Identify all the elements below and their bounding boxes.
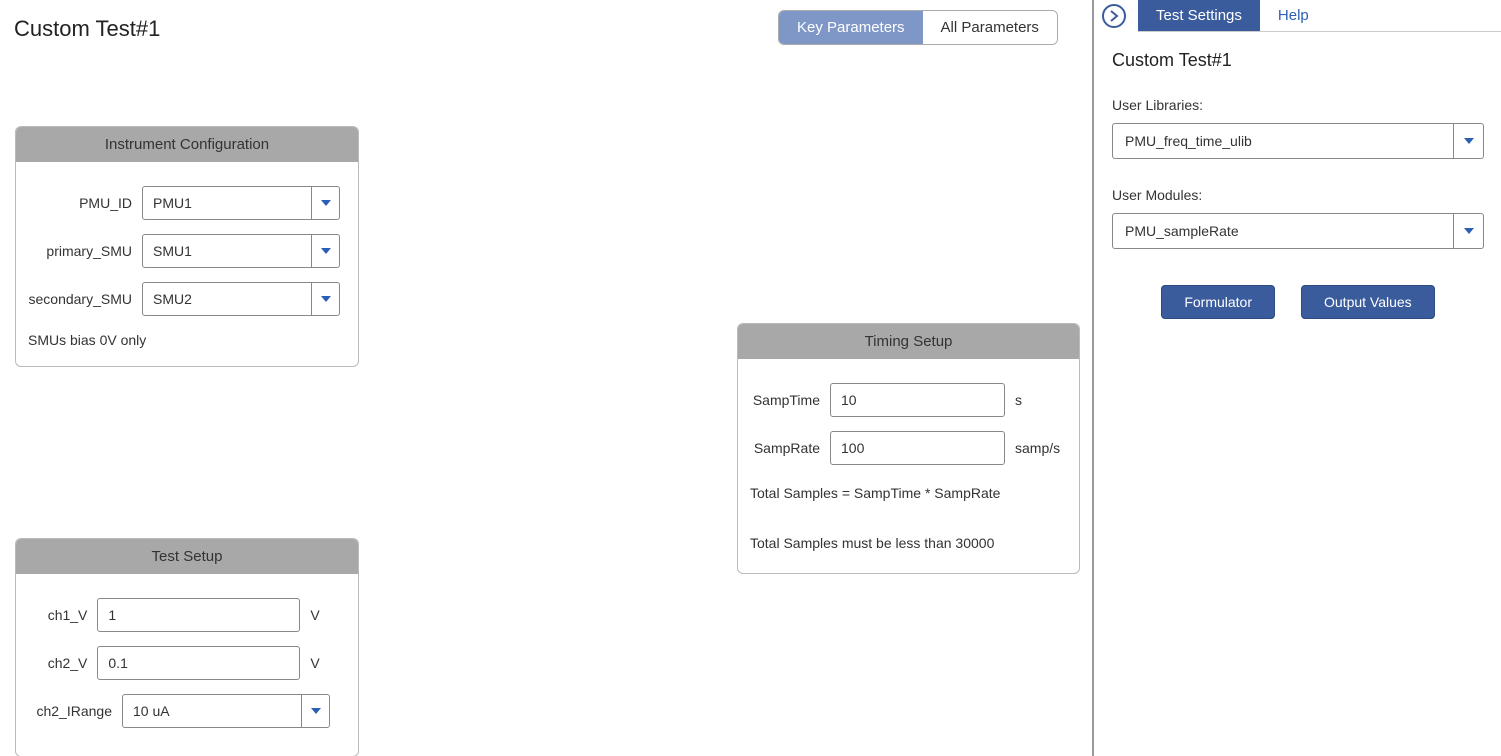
user-libraries-select[interactable]: PMU_freq_time_ulib [1112,123,1484,159]
chevron-down-icon [311,235,339,267]
formulator-button[interactable]: Formulator [1161,285,1275,319]
timing-setup-panel: Timing Setup SampTime s SampRate samp/s … [737,323,1080,574]
pmu-id-label: PMU_ID [24,195,142,211]
expand-button[interactable] [1102,4,1126,28]
samp-time-unit: s [1015,392,1070,408]
tab-test-settings[interactable]: Test Settings [1138,0,1260,31]
samp-rate-input[interactable] [830,431,1005,465]
output-values-button[interactable]: Output Values [1301,285,1435,319]
test-setup-panel: Test Setup ch1_V V ch2_V V ch2_IRange 10… [15,538,359,756]
tab-help[interactable]: Help [1260,0,1327,31]
chevron-right-icon [1109,10,1119,22]
secondary-smu-label: secondary_SMU [24,291,142,307]
ch2-irange-label: ch2_IRange [24,703,122,719]
user-modules-select[interactable]: PMU_sampleRate [1112,213,1484,249]
sidebar-tabs: Test Settings Help [1138,0,1501,32]
chevron-down-icon [311,187,339,219]
samp-rate-label: SampRate [746,440,830,456]
page-title: Custom Test#1 [14,16,160,42]
ch2-irange-select[interactable]: 10 uA [122,694,330,728]
main-area: Custom Test#1 Key Parameters All Paramet… [0,0,1094,756]
user-libraries-label: User Libraries: [1112,97,1491,113]
ch2-v-label: ch2_V [24,655,97,671]
ch1-v-unit: V [310,607,350,623]
chevron-down-icon [1453,124,1483,158]
timing-setup-header: Timing Setup [738,324,1079,359]
instrument-configuration-panel: Instrument Configuration PMU_ID PMU1 pri… [15,126,359,367]
ch2-v-unit: V [310,655,350,671]
samp-time-input[interactable] [830,383,1005,417]
samp-rate-unit: samp/s [1015,440,1070,456]
right-sidebar: Test Settings Help Custom Test#1 User Li… [1094,0,1501,756]
all-parameters-tab[interactable]: All Parameters [923,11,1057,44]
test-setup-header: Test Setup [16,539,358,574]
instrument-note: SMUs bias 0V only [24,330,350,352]
ch2-v-input[interactable] [97,646,300,680]
sidebar-title: Custom Test#1 [1112,50,1491,71]
user-modules-label: User Modules: [1112,187,1491,203]
secondary-smu-select[interactable]: SMU2 [142,282,340,316]
instrument-configuration-header: Instrument Configuration [16,127,358,162]
ch1-v-label: ch1_V [24,607,97,623]
chevron-down-icon [301,695,329,727]
ch1-v-input[interactable] [97,598,300,632]
parameter-toggle: Key Parameters All Parameters [778,10,1058,45]
primary-smu-select[interactable]: SMU1 [142,234,340,268]
chevron-down-icon [1453,214,1483,248]
timing-note-2: Total Samples must be less than 30000 [746,529,1071,559]
key-parameters-tab[interactable]: Key Parameters [779,11,923,44]
chevron-down-icon [311,283,339,315]
pmu-id-select[interactable]: PMU1 [142,186,340,220]
timing-note-1: Total Samples = SampTime * SampRate [746,479,1071,509]
primary-smu-label: primary_SMU [24,243,142,259]
samp-time-label: SampTime [746,392,830,408]
